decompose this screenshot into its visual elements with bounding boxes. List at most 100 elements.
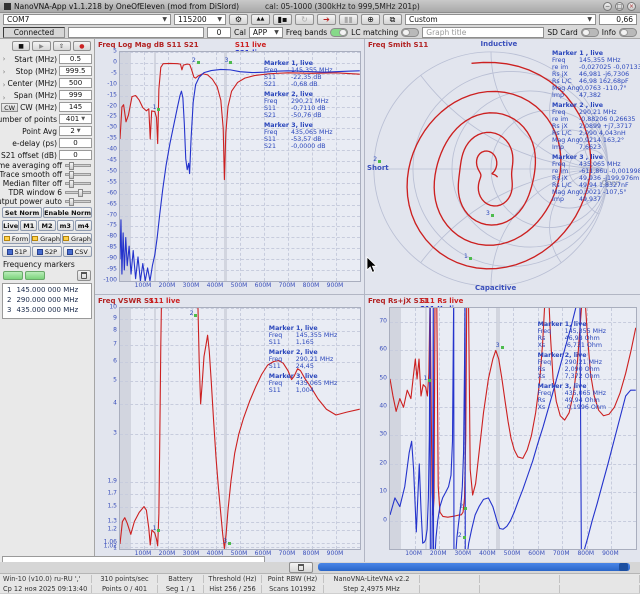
copy-button[interactable]: Form bbox=[2, 233, 30, 244]
baud-rate-select[interactable]: 115200▼ bbox=[174, 14, 226, 25]
marker-tag[interactable]: 1 bbox=[423, 375, 431, 382]
copy-button[interactable]: Graph bbox=[62, 233, 92, 244]
marker-tag[interactable]: 2 bbox=[192, 57, 200, 64]
slider-thumb[interactable] bbox=[69, 180, 74, 188]
marker-buttons bbox=[0, 269, 94, 282]
sidebar-collapse-strip[interactable]: ›››› bbox=[0, 53, 8, 163]
marker-tag[interactable]: 2 bbox=[458, 532, 466, 539]
com-port-select[interactable]: COM7▼ bbox=[3, 14, 171, 25]
marker-tag[interactable]: 2 bbox=[373, 156, 381, 163]
y-tick-label: 6 bbox=[113, 357, 117, 364]
target-button[interactable]: ⊕ bbox=[361, 14, 380, 25]
copy-screen-button[interactable]: ⧉ bbox=[383, 14, 402, 25]
marker-header: Marker 1, live bbox=[269, 325, 338, 332]
marker-edit-button[interactable] bbox=[25, 271, 45, 280]
field-value-input[interactable]: 999 bbox=[59, 90, 92, 100]
status-cell: Step 2,4975 MHz bbox=[324, 585, 420, 593]
slider[interactable] bbox=[65, 182, 91, 185]
marker-list-item[interactable]: 3435.000 000 MHz bbox=[4, 305, 90, 315]
plot-area[interactable]: Marker 1, liveFreq145,355 MHzS11-22,35 d… bbox=[119, 51, 361, 282]
y-tick-label: -45 bbox=[107, 157, 117, 164]
memory-slot-button[interactable]: m3 bbox=[57, 220, 74, 231]
marker-row-label: S21 bbox=[264, 143, 291, 150]
marker-row-label: Rs jX bbox=[552, 71, 579, 78]
memory-slot-button[interactable]: M1 bbox=[20, 220, 37, 231]
marker-tag[interactable]: 1 bbox=[464, 253, 472, 260]
slider[interactable] bbox=[65, 200, 91, 203]
marker-add-button[interactable] bbox=[3, 271, 23, 280]
field-value-input[interactable]: 999.5 bbox=[59, 66, 92, 76]
marker-list-item[interactable]: 2290.000 000 MHz bbox=[4, 295, 90, 305]
x-tick-label: 200M bbox=[430, 550, 447, 557]
cal-counter-field[interactable]: 0 bbox=[207, 27, 231, 38]
freq-bands-toggle[interactable] bbox=[330, 28, 348, 37]
edelay-value-field[interactable]: 0,66 bbox=[599, 14, 637, 25]
marker-tag[interactable]: 3 bbox=[223, 538, 231, 545]
sd-card-toggle[interactable] bbox=[581, 28, 599, 37]
field-value-input[interactable]: 0.5 bbox=[59, 54, 92, 64]
save-button[interactable]: S1P bbox=[2, 246, 31, 257]
marker-delete-button[interactable] bbox=[77, 270, 91, 281]
slider[interactable] bbox=[65, 191, 91, 194]
maximize-button[interactable]: □ bbox=[615, 2, 624, 11]
marker-tag[interactable]: 2 bbox=[459, 503, 467, 510]
save-button[interactable]: S2P bbox=[32, 246, 61, 257]
slider-thumb[interactable] bbox=[69, 171, 74, 179]
clear-button[interactable] bbox=[289, 562, 313, 573]
field-value-input[interactable]: 145 bbox=[59, 102, 92, 112]
refresh-button[interactable]: ↻ bbox=[295, 14, 314, 25]
record-button[interactable]: ● bbox=[73, 41, 91, 51]
info-toggle[interactable] bbox=[619, 28, 637, 37]
memory-slot-button[interactable]: Live bbox=[2, 220, 19, 231]
marker-tag[interactable]: 3 bbox=[496, 342, 504, 349]
pause-button[interactable]: ▮▮ bbox=[339, 14, 358, 25]
copy-button[interactable]: Graph bbox=[31, 233, 61, 244]
field-value-input[interactable]: 2▼ bbox=[59, 126, 92, 136]
lc-matching-toggle[interactable] bbox=[401, 28, 419, 37]
connect-device-button[interactable]: ▮▪ bbox=[273, 14, 292, 25]
marker-tag-dot bbox=[464, 507, 467, 510]
slider[interactable] bbox=[65, 173, 91, 176]
close-button[interactable]: × bbox=[627, 2, 636, 11]
slider-label: Time averaging off bbox=[0, 161, 62, 170]
minimize-button[interactable]: − bbox=[603, 2, 612, 11]
single-sweep-button[interactable]: ▶ bbox=[32, 41, 50, 51]
plot-area[interactable]: Marker 1, liveFreq145,355 MHzRs46,98 Ohm… bbox=[389, 307, 637, 550]
field-value-input[interactable]: 401▼ bbox=[59, 114, 92, 124]
field-value-input[interactable]: 0 bbox=[59, 138, 92, 148]
marker-list-item[interactable]: 1145.000 000 MHz bbox=[4, 285, 90, 295]
vswr-chart: Freq VSWR S11S11 liveMarker 1, liveFreq1… bbox=[95, 295, 365, 562]
continuous-sweep-button[interactable]: ⇧ bbox=[53, 41, 71, 51]
marker-tag[interactable]: 1 bbox=[153, 104, 161, 111]
connected-button[interactable]: Connected bbox=[3, 27, 65, 38]
marker-tag[interactable]: 1 bbox=[153, 525, 161, 532]
settings-button[interactable]: ⚙ bbox=[229, 14, 248, 25]
norm-button[interactable]: Enable Norm bbox=[43, 207, 92, 218]
save-button[interactable]: CSV bbox=[63, 246, 92, 257]
lc-matching-label: LC matching bbox=[351, 28, 398, 37]
message-field[interactable] bbox=[68, 27, 204, 38]
slider[interactable] bbox=[65, 164, 91, 167]
marker-frequency-list[interactable]: 1145.000 000 MHz2290.000 000 MHz3435.000… bbox=[2, 283, 92, 319]
marker-tag[interactable]: 3 bbox=[486, 210, 494, 217]
marker-row-value: 7,372 Ohm bbox=[565, 373, 600, 380]
graph-title-input[interactable]: Graph title bbox=[422, 27, 544, 38]
marker-row-value: 435,065 MHz bbox=[296, 380, 338, 387]
marker-tag[interactable]: 2 bbox=[190, 310, 198, 317]
scan-up-button[interactable]: ▲▲ bbox=[251, 14, 270, 25]
stop-sweep-button[interactable]: ■ bbox=[12, 41, 30, 51]
marker-tag[interactable]: 3 bbox=[225, 57, 233, 64]
cal-mode-select[interactable]: APP▼ bbox=[249, 27, 283, 38]
slider-thumb[interactable] bbox=[78, 189, 83, 197]
memory-slot-button[interactable]: M2 bbox=[38, 220, 55, 231]
plot-area[interactable]: Marker 1, liveFreq145,355 MHzS111,165Mar… bbox=[119, 307, 361, 550]
field-value-input[interactable]: 500 bbox=[59, 78, 92, 88]
short-label: Short bbox=[367, 164, 389, 172]
custom-preset-select[interactable]: Custom▼ bbox=[405, 14, 596, 25]
slider-thumb[interactable] bbox=[69, 198, 74, 206]
norm-button[interactable]: Set Norm bbox=[2, 207, 42, 218]
run-button[interactable]: ➔ bbox=[317, 14, 336, 25]
slider-thumb[interactable] bbox=[69, 162, 74, 170]
field-value-input[interactable]: 0 bbox=[59, 150, 92, 160]
memory-slot-button[interactable]: m4 bbox=[75, 220, 92, 231]
